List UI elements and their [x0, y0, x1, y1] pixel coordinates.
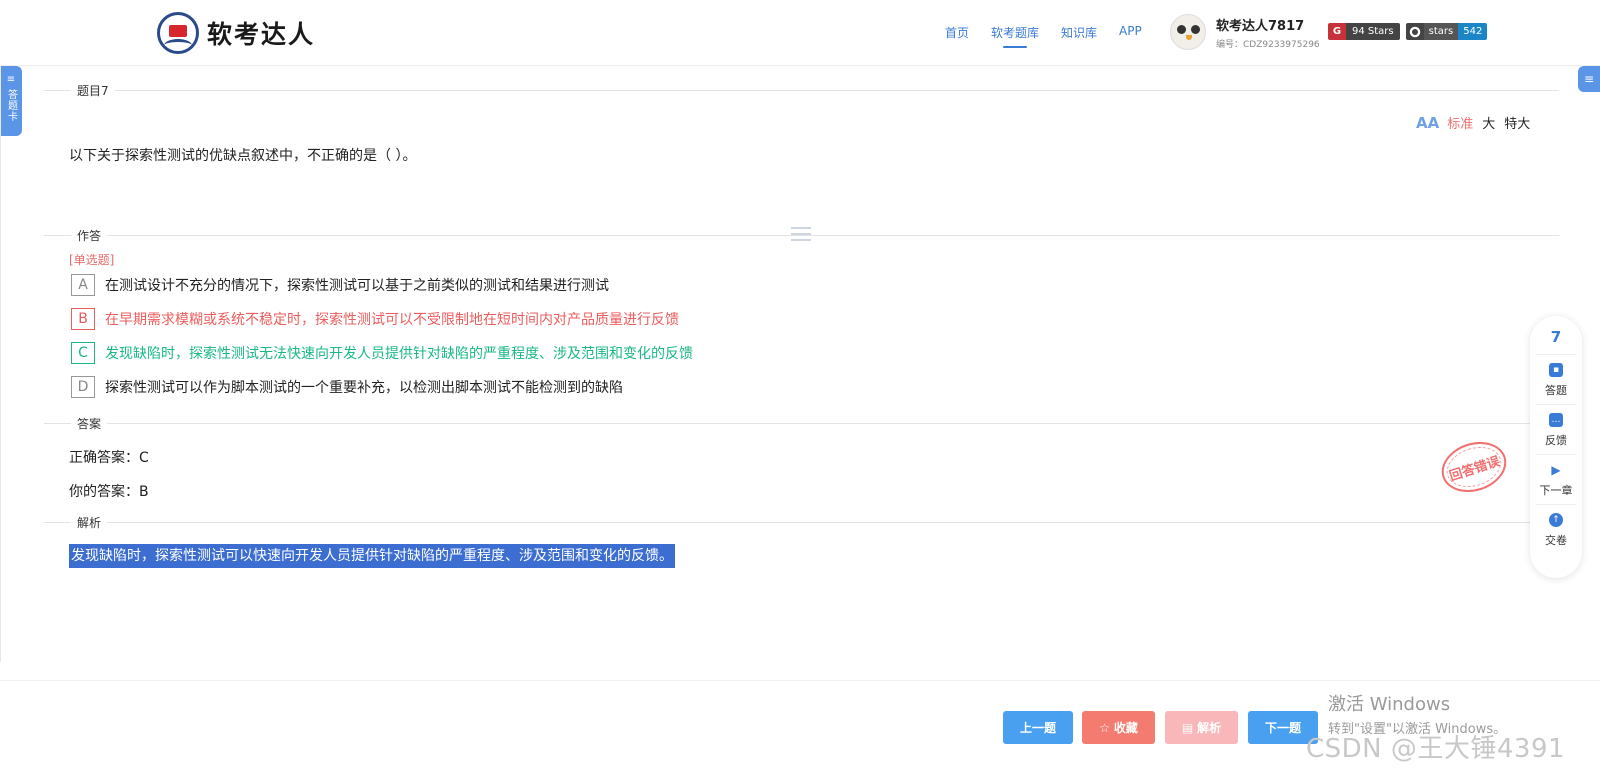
- nav-question-bank[interactable]: 软考题库: [991, 24, 1039, 48]
- analysis-section-title: 解析: [71, 514, 108, 531]
- tool-label: 下一章: [1539, 484, 1573, 497]
- option-text: 探索性测试可以作为脚本测试的一个重要补充，以检测出脚本测试不能检测到的缺陷: [105, 380, 623, 396]
- tool-answer[interactable]: ▪ 答题: [1536, 354, 1576, 404]
- csdn-watermark: CSDN @王大锤4391: [1306, 734, 1566, 764]
- skip-forward-icon: ▶: [1551, 463, 1561, 477]
- option-letter: D: [71, 376, 95, 398]
- github-stars-badge[interactable]: stars 542: [1405, 23, 1488, 40]
- question-panel: 题目7 AA 标准 大 特大 以下关于探索性测试的优缺点叙述中，不正确的是（ ）…: [0, 66, 1600, 662]
- nav-app[interactable]: APP: [1119, 24, 1142, 41]
- correct-answer: 正确答案：C: [69, 450, 149, 466]
- tool-label: 答题: [1545, 384, 1567, 397]
- question-text: 以下关于探索性测试的优缺点叙述中，不正确的是（ ）。: [69, 148, 417, 164]
- option-c[interactable]: C 发现缺陷时，探索性测试无法快速向开发人员提供针对缺陷的严重程度、涉及范围和变…: [71, 342, 693, 364]
- logo-text: 软考达人: [207, 20, 316, 49]
- user-name: 软考达人7817: [1216, 18, 1305, 34]
- question-number: 7: [1550, 328, 1562, 346]
- tool-feedback[interactable]: … 反馈: [1536, 404, 1576, 454]
- font-size-large[interactable]: 大: [1482, 113, 1495, 132]
- star-icon: ☆: [1099, 720, 1110, 735]
- nav-home[interactable]: 首页: [945, 24, 969, 41]
- top-header: 软考达人 首页 软考题库 知识库 APP 软考达人7817 编号：CDZ9233…: [0, 0, 1600, 66]
- github-icon: [1405, 23, 1424, 40]
- font-size-standard[interactable]: 标准: [1447, 113, 1473, 132]
- option-text: 在早期需求模糊或系统不稳定时，探索性测试可以不受限制地在短时间内对产品质量进行反…: [105, 312, 679, 328]
- user-profile[interactable]: 软考达人7817 编号：CDZ9233975296: [1170, 14, 1320, 50]
- nav-knowledge-base[interactable]: 知识库: [1061, 24, 1097, 41]
- gitee-stars-text: 94 Stars: [1346, 23, 1400, 40]
- gitee-icon: G: [1328, 23, 1346, 40]
- answer-section-title: 作答: [71, 227, 108, 244]
- favorite-label: 收藏: [1113, 721, 1138, 735]
- analysis-label: 解析: [1197, 721, 1222, 735]
- avatar[interactable]: [1170, 14, 1206, 50]
- option-letter: A: [71, 274, 95, 296]
- question-section-title: 题目7: [71, 82, 115, 99]
- analysis-text: 发现缺陷时，探索性测试可以快速向开发人员提供针对缺陷的严重程度、涉及范围和变化的…: [69, 544, 675, 568]
- main-nav: 首页 软考题库 知识库 APP: [945, 24, 1164, 48]
- divider: [44, 90, 1559, 91]
- your-answer: 你的答案：B: [69, 484, 149, 500]
- wrong-answer-stamp: 回答错误: [1435, 433, 1513, 501]
- analysis-button[interactable]: ▤ 解析: [1165, 711, 1238, 744]
- font-size-switcher: AA 标准 大 特大: [1416, 113, 1539, 133]
- logo-emblem-icon: [157, 12, 199, 54]
- side-toolbar: 7 ▪ 答题 … 反馈 ▶ 下一章 ↑ 交卷: [1530, 316, 1582, 578]
- option-text: 在测试设计不充分的情况下，探索性测试可以基于之前类似的测试和结果进行测试: [105, 278, 609, 294]
- option-letter: B: [71, 308, 95, 330]
- question-type: [单选题]: [69, 253, 115, 267]
- github-stars-label: stars: [1423, 23, 1459, 40]
- option-letter: C: [71, 342, 95, 364]
- option-b[interactable]: B 在早期需求模糊或系统不稳定时，探索性测试可以不受限制地在短时间内对产品质量进…: [71, 308, 679, 330]
- upload-icon: ↑: [1549, 513, 1563, 527]
- option-d[interactable]: D 探索性测试可以作为脚本测试的一个重要补充，以检测出脚本测试不能检测到的缺陷: [71, 376, 623, 398]
- option-a[interactable]: A 在测试设计不充分的情况下，探索性测试可以基于之前类似的测试和结果进行测试: [71, 274, 609, 296]
- font-size-icon: AA: [1416, 113, 1440, 132]
- tool-submit[interactable]: ↑ 交卷: [1536, 504, 1576, 554]
- result-section-title: 答案: [71, 415, 108, 432]
- feedback-icon: …: [1549, 413, 1563, 427]
- prev-question-button[interactable]: 上一题: [1003, 711, 1073, 744]
- divider: [44, 423, 1559, 424]
- answer-sheet-icon: ▪: [1549, 363, 1563, 377]
- font-size-xlarge[interactable]: 特大: [1504, 113, 1530, 132]
- user-info: 软考达人7817 编号：CDZ9233975296: [1216, 15, 1320, 50]
- document-icon: ▤: [1181, 720, 1194, 735]
- activation-title: 激活 Windows: [1328, 694, 1451, 715]
- divider: [44, 522, 1559, 523]
- user-id: 编号：CDZ9233975296: [1216, 39, 1320, 50]
- site-logo[interactable]: 软考达人: [157, 12, 315, 54]
- tool-label: 交卷: [1545, 534, 1567, 547]
- tool-label: 反馈: [1545, 434, 1567, 447]
- tool-next-chapter[interactable]: ▶ 下一章: [1536, 454, 1576, 504]
- gitee-stars-badge[interactable]: G 94 Stars: [1328, 23, 1400, 40]
- github-stars-count: 542: [1458, 23, 1488, 40]
- drag-handle-icon[interactable]: [791, 227, 811, 241]
- option-text: 发现缺陷时，探索性测试无法快速向开发人员提供针对缺陷的严重程度、涉及范围和变化的…: [105, 346, 693, 362]
- favorite-button[interactable]: ☆ 收藏: [1082, 711, 1155, 744]
- repo-badges: G 94 Stars stars 542: [1328, 23, 1493, 40]
